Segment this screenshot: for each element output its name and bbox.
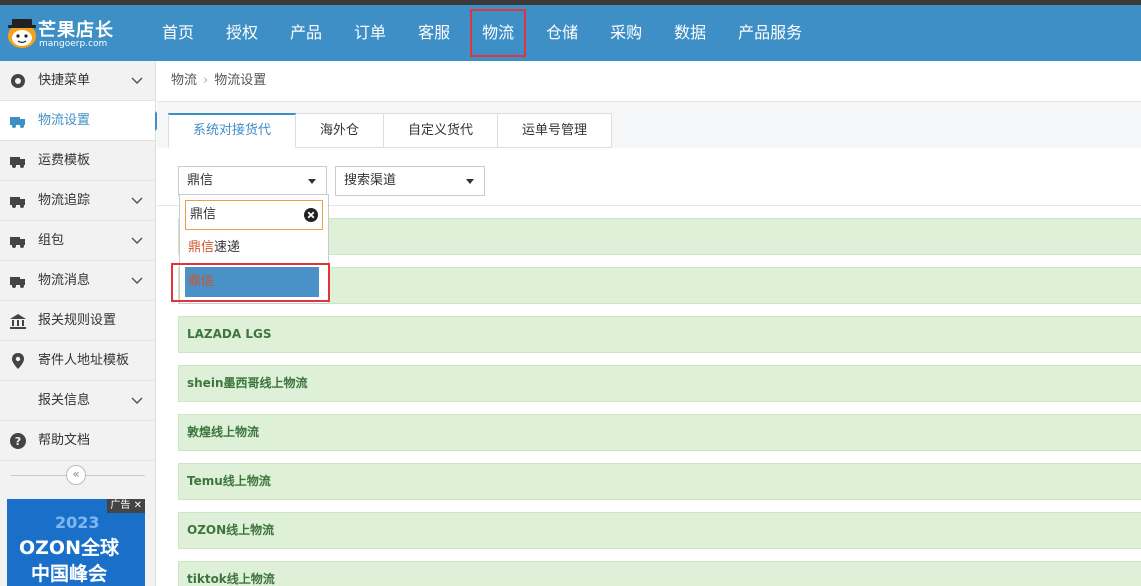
nav-item-data[interactable]: 数据 bbox=[658, 5, 722, 61]
breadcrumb-separator-icon: › bbox=[203, 73, 209, 88]
ad-tag-label: 广告 bbox=[110, 500, 131, 511]
ad-subheadline: 中国峰会 bbox=[31, 563, 108, 585]
sidebar-item-customs-info[interactable]: 报关信息 bbox=[0, 381, 155, 421]
forwarder-row[interactable]: LAZADA LGS bbox=[178, 316, 1141, 353]
forwarder-select-value: 鼎信 bbox=[187, 173, 214, 188]
ad-banner[interactable]: 广告 ✕ 2023 OZON全球 中国峰会 bbox=[7, 499, 145, 586]
top-navigation-bar: 芒果店长 mangoerp.com 首页 授权 产品 订单 客服 物流 仓储 采… bbox=[0, 5, 1141, 61]
breadcrumb-parent[interactable]: 物流 bbox=[171, 73, 197, 88]
forwarder-row[interactable]: OZON线上物流 bbox=[178, 512, 1141, 549]
chevron-down-icon bbox=[131, 197, 143, 205]
nav-item-auth[interactable]: 授权 bbox=[210, 5, 274, 61]
location-pin-icon bbox=[12, 353, 24, 369]
sidebar-item-help[interactable]: ? 帮助文档 bbox=[0, 421, 155, 461]
sidebar-item-customs-rules[interactable]: 报关规则设置 bbox=[0, 301, 155, 341]
sidebar-item-label: 物流设置 bbox=[38, 113, 91, 128]
main-nav: 首页 授权 产品 订单 客服 物流 仓储 采购 数据 产品服务 bbox=[146, 5, 818, 61]
sidebar: 快捷菜单 物流设置 运费模板 物流追踪 组包 物流消息 报关规则设置 寄件人地址… bbox=[0, 61, 156, 586]
truck-icon bbox=[10, 157, 25, 168]
highlight-box bbox=[171, 263, 330, 302]
sidebar-item-label: 组包 bbox=[38, 233, 65, 248]
ad-tag[interactable]: 广告 ✕ bbox=[107, 499, 145, 513]
nav-item-customer-service[interactable]: 客服 bbox=[402, 5, 466, 61]
truck-icon bbox=[10, 197, 25, 208]
sidebar-item-label: 报关信息 bbox=[38, 393, 91, 408]
chevron-down-icon bbox=[131, 277, 143, 285]
breadcrumb-current: 物流设置 bbox=[214, 73, 267, 88]
sidebar-item-label: 报关规则设置 bbox=[38, 313, 117, 328]
sidebar-item-label: 快捷菜单 bbox=[38, 73, 91, 88]
nav-item-products[interactable]: 产品 bbox=[274, 5, 338, 61]
tab-bar: 系统对接货代 海外仓 自定义货代 运单号管理 bbox=[168, 113, 613, 148]
collapse-sidebar-button[interactable]: « bbox=[66, 465, 86, 485]
tab-tracking-number-management[interactable]: 运单号管理 bbox=[498, 113, 613, 148]
sidebar-item-tracking[interactable]: 物流追踪 bbox=[0, 181, 155, 221]
dropdown-search-value: 鼎信 bbox=[190, 207, 217, 222]
chevron-down-icon bbox=[131, 77, 143, 85]
truck-icon bbox=[10, 277, 25, 288]
truck-icon bbox=[10, 237, 25, 248]
nav-item-home[interactable]: 首页 bbox=[146, 5, 210, 61]
svg-text:?: ? bbox=[15, 435, 21, 448]
sidebar-item-label: 帮助文档 bbox=[38, 433, 91, 448]
dropdown-search-input[interactable]: 鼎信 bbox=[185, 200, 323, 230]
sidebar-item-logistics-settings[interactable]: 物流设置 bbox=[0, 101, 155, 141]
sidebar-item-shipping-template[interactable]: 运费模板 bbox=[0, 141, 155, 181]
forwarder-row[interactable]: tiktok线上物流 bbox=[178, 561, 1141, 586]
close-icon[interactable]: ✕ bbox=[134, 500, 142, 511]
caret-down-icon bbox=[466, 179, 474, 184]
clear-icon[interactable] bbox=[304, 208, 318, 222]
nav-item-warehouse[interactable]: 仓储 bbox=[530, 5, 594, 61]
sidebar-item-label: 物流消息 bbox=[38, 273, 91, 288]
sidebar-item-sender-address[interactable]: 寄件人地址模板 bbox=[0, 341, 155, 381]
brand-logo[interactable]: 芒果店长 mangoerp.com bbox=[6, 11, 116, 55]
nav-item-orders[interactable]: 订单 bbox=[338, 5, 402, 61]
forwarder-row[interactable]: 敦煌线上物流 bbox=[178, 414, 1141, 451]
tab-custom-forwarders[interactable]: 自定义货代 bbox=[384, 113, 499, 148]
sidebar-item-label: 寄件人地址模板 bbox=[38, 353, 130, 368]
chevron-down-icon bbox=[131, 237, 143, 245]
dashboard-icon bbox=[11, 74, 25, 88]
truck-icon bbox=[10, 117, 25, 128]
nav-item-product-services[interactable]: 产品服务 bbox=[722, 5, 818, 61]
mango-mascot-icon bbox=[8, 19, 36, 48]
sidebar-item-packing[interactable]: 组包 bbox=[0, 221, 155, 261]
tab-system-forwarders[interactable]: 系统对接货代 bbox=[168, 113, 297, 148]
nav-item-logistics[interactable]: 物流 bbox=[466, 5, 530, 61]
channel-select[interactable]: 搜索渠道 bbox=[335, 166, 485, 196]
channel-select-value: 搜索渠道 bbox=[344, 173, 397, 188]
breadcrumb: 物流 › 物流设置 bbox=[171, 71, 266, 91]
bank-icon bbox=[10, 314, 26, 329]
sidebar-item-logistics-messages[interactable]: 物流消息 bbox=[0, 261, 155, 301]
brand-domain: mangoerp.com bbox=[39, 39, 108, 49]
sidebar-collapse-row: « bbox=[0, 461, 155, 491]
tab-overseas-warehouse[interactable]: 海外仓 bbox=[296, 113, 385, 148]
option-rest-text: 速递 bbox=[214, 240, 241, 255]
sidebar-item-label: 物流追踪 bbox=[38, 193, 91, 208]
option-match-text: 鼎信 bbox=[188, 240, 215, 255]
ad-headline: OZON全球 bbox=[19, 537, 119, 559]
dropdown-option[interactable]: 鼎信速递 bbox=[185, 235, 319, 261]
ad-year: 2023 bbox=[55, 513, 100, 532]
forwarder-select[interactable]: 鼎信 bbox=[178, 166, 327, 196]
chevron-down-icon bbox=[131, 397, 143, 405]
question-icon: ? bbox=[10, 433, 26, 449]
sidebar-item-label: 运费模板 bbox=[38, 153, 91, 168]
sidebar-item-quick-menu[interactable]: 快捷菜单 bbox=[0, 61, 155, 101]
forwarder-row[interactable]: Temu线上物流 bbox=[178, 463, 1141, 500]
main-content: 物流 › 物流设置 系统对接货代 海外仓 自定义货代 运单号管理 鼎信 搜索渠道 L… bbox=[157, 61, 1141, 586]
nav-item-purchasing[interactable]: 采购 bbox=[594, 5, 658, 61]
caret-down-icon bbox=[308, 179, 316, 184]
forwarder-row[interactable]: shein墨西哥线上物流 bbox=[178, 365, 1141, 402]
